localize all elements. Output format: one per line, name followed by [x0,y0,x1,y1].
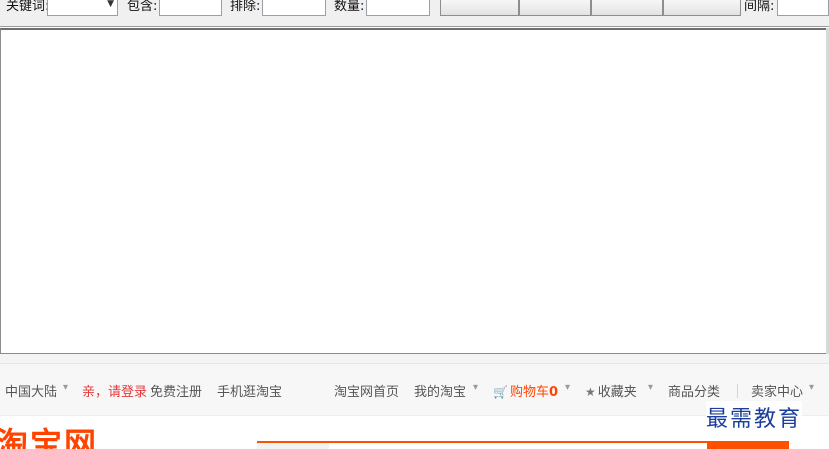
taobao-home-link[interactable]: 淘宝网首页 [334,381,399,400]
panel-splitter[interactable] [0,354,829,364]
shopping-cart-icon: 🛒 [493,385,508,399]
taobao-site-nav: 中国大陆 ▾ 亲，请登录 免费注册 手机逛淘宝 淘宝网首页 我的淘宝 ▾ 🛒 购物… [0,364,829,416]
taobao-logo[interactable]: 淘宝网 [0,428,98,449]
chevron-down-icon: ▾ [473,382,479,393]
count-label: 数量: [334,0,365,14]
mobile-taobao-link[interactable]: 手机逛淘宝 [217,381,282,400]
region-selector[interactable]: 中国大陆 [5,381,57,400]
chevron-down-icon: ▾ [63,382,69,393]
cart-link[interactable]: 🛒 购物车0 [493,381,558,400]
cart-label: 购物车 [509,385,549,400]
watermark: 最需教育 [706,401,803,433]
keyword-select[interactable]: ▼ [47,0,118,16]
seller-center-link[interactable]: 卖家中心 [751,381,803,400]
count-input[interactable] [366,0,430,16]
results-grid[interactable] [0,28,829,354]
chevron-down-icon: ▾ [648,382,654,393]
search-tab[interactable] [257,441,329,449]
toolbar-button-3[interactable] [591,0,663,16]
exclude-input[interactable] [262,0,326,16]
interval-input[interactable] [777,0,829,16]
chevron-down-icon: ▾ [809,382,815,393]
my-taobao-link[interactable]: 我的淘宝 [414,381,466,400]
favorites-link[interactable]: ★ 收藏夹 [585,381,637,400]
nav-divider [737,384,738,398]
favorites-label: 收藏夹 [597,385,637,400]
cart-count: 0 [548,385,559,400]
toolbar-button-2[interactable] [519,0,591,16]
top-toolbar: 关键词: ▼ 包含: 排除: 数量: 间隔: [0,0,829,27]
include-label: 包含: [127,0,158,14]
keyword-label: 关键词: [6,0,50,14]
chevron-down-icon: ▾ [565,382,571,393]
categories-link[interactable]: 商品分类 [668,381,720,400]
login-link[interactable]: 亲，请登录 [82,381,147,400]
toolbar-button-1[interactable] [440,0,519,16]
search-button[interactable] [709,441,789,449]
interval-label: 间隔: [744,0,775,14]
include-input[interactable] [159,0,222,16]
chevron-down-icon: ▼ [107,0,114,9]
toolbar-button-4[interactable] [663,0,741,16]
star-icon: ★ [585,385,596,399]
register-link[interactable]: 免费注册 [150,381,202,400]
exclude-label: 排除: [230,0,261,14]
